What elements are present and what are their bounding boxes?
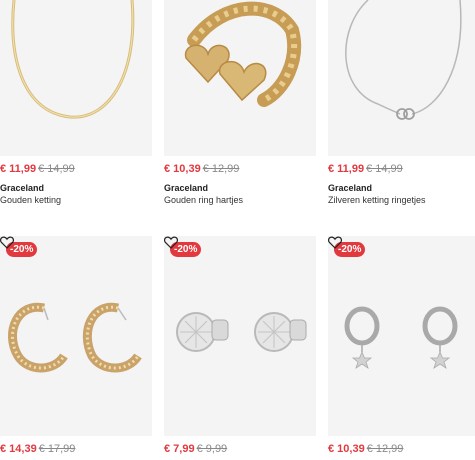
price-row: € 10,39 € 12,99 xyxy=(164,163,239,175)
price-row: € 14,39 € 17,99 xyxy=(0,443,75,455)
product-card[interactable]: -20% € 14,39 € 17,99 xyxy=(0,236,152,460)
old-price: € 9,99 xyxy=(196,443,228,455)
product-image[interactable] xyxy=(0,0,152,156)
gold-heart-ring-icon xyxy=(184,1,302,107)
current-price: € 14,39 xyxy=(0,443,37,455)
product-brand[interactable]: Graceland xyxy=(164,183,208,193)
current-price: € 10,39 xyxy=(328,443,365,455)
old-price: € 14,99 xyxy=(366,163,403,175)
product-brand[interactable]: Graceland xyxy=(0,183,44,193)
product-card[interactable]: € 11,99 € 14,99 Graceland Gouden ketting xyxy=(0,0,152,210)
current-price: € 10,39 xyxy=(164,163,201,175)
product-brand[interactable]: Graceland xyxy=(328,183,372,193)
product-card[interactable]: € 10,39 € 12,99 Graceland Gouden ring har… xyxy=(164,0,316,210)
old-price: € 12,99 xyxy=(366,443,404,455)
product-image[interactable]: -20% xyxy=(0,236,152,436)
product-name[interactable]: Gouden ketting xyxy=(0,195,61,205)
heart-icon[interactable] xyxy=(0,236,14,249)
product-card[interactable]: € 11,99 € 14,99 Graceland Zilveren kettin… xyxy=(328,0,475,210)
current-price: € 7,99 xyxy=(164,443,195,455)
old-price: € 17,99 xyxy=(38,443,76,455)
product-name[interactable]: Zilveren ketting ringetjes xyxy=(328,195,426,205)
silver-stud-earrings-icon xyxy=(176,312,307,352)
current-price: € 11,99 xyxy=(328,163,365,175)
product-image[interactable] xyxy=(328,0,475,156)
heart-icon[interactable] xyxy=(328,236,342,249)
product-image[interactable]: -20% xyxy=(328,236,475,436)
gold-chain-necklace-icon xyxy=(11,0,135,119)
silver-star-hoop-earrings-icon xyxy=(344,306,458,369)
product-image[interactable] xyxy=(164,0,316,156)
price-row: € 11,99 € 14,99 xyxy=(0,163,75,175)
silver-rings-necklace-icon xyxy=(345,0,462,120)
old-price: € 12,99 xyxy=(202,163,240,175)
product-card[interactable]: -20% € 10,39 € 12,99 xyxy=(328,236,475,460)
price-row: € 7,99 € 9,99 xyxy=(164,443,227,455)
current-price: € 11,99 xyxy=(0,163,37,175)
price-row: € 10,39 € 12,99 xyxy=(328,443,403,455)
price-row: € 11,99 € 14,99 xyxy=(328,163,403,175)
gold-hoop-earrings-icon xyxy=(8,302,142,373)
product-name[interactable]: Gouden ring hartjes xyxy=(164,195,243,205)
heart-icon[interactable] xyxy=(164,236,178,249)
product-image[interactable]: -20% xyxy=(164,236,316,436)
old-price: € 14,99 xyxy=(38,163,75,175)
product-card[interactable]: -20% € 7,99 € 9,99 xyxy=(164,236,316,460)
